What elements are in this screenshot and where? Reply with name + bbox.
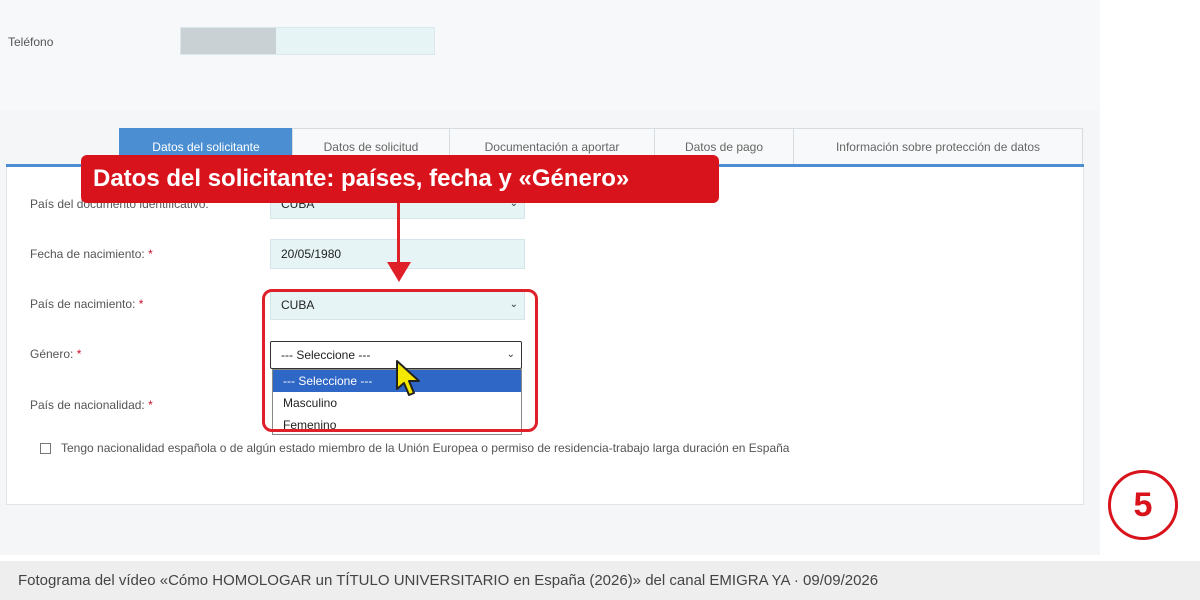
gender-label: Género: * — [30, 347, 81, 361]
birth-date-label: Fecha de nacimiento: * — [30, 247, 153, 261]
birth-country-label-text: País de nacimiento: — [30, 297, 136, 311]
step-number-badge: 5 — [1108, 470, 1178, 540]
required-marker: * — [138, 297, 144, 311]
required-marker: * — [148, 247, 153, 261]
phone-redacted-value — [181, 28, 276, 54]
nationality-label: País de nacionalidad: * — [30, 398, 153, 412]
phone-row: Teléfono — [0, 0, 1100, 110]
video-caption: Fotograma del vídeo «Cómo HOMOLOGAR un T… — [0, 561, 1200, 600]
screenshot-frame: Teléfono Datos del solicitante Datos de … — [0, 0, 1100, 555]
phone-label: Teléfono — [8, 35, 54, 49]
nationality-label-text: País de nacionalidad: — [30, 398, 145, 412]
gender-label-text: Género: — [30, 347, 74, 361]
eu-nationality-checkbox[interactable] — [40, 442, 51, 454]
callout-banner: Datos del solicitante: países, fecha y «… — [81, 155, 719, 203]
callout-arrow — [397, 203, 400, 265]
birth-date-value: 20/05/1980 — [281, 247, 342, 261]
birth-country-label: País de nacimiento: * — [30, 297, 143, 311]
tab-proteccion-datos[interactable]: Información sobre protección de datos — [793, 128, 1083, 164]
arrow-head-icon — [387, 262, 411, 282]
eu-nationality-row: Tengo nacionalidad española o de algún e… — [40, 441, 789, 455]
required-marker: * — [76, 347, 82, 361]
phone-input[interactable] — [180, 27, 435, 55]
eu-nationality-label: Tengo nacionalidad española o de algún e… — [61, 441, 790, 455]
mouse-pointer-icon — [396, 360, 420, 396]
required-marker: * — [148, 398, 153, 412]
birth-date-label-text: Fecha de nacimiento: — [30, 247, 145, 261]
